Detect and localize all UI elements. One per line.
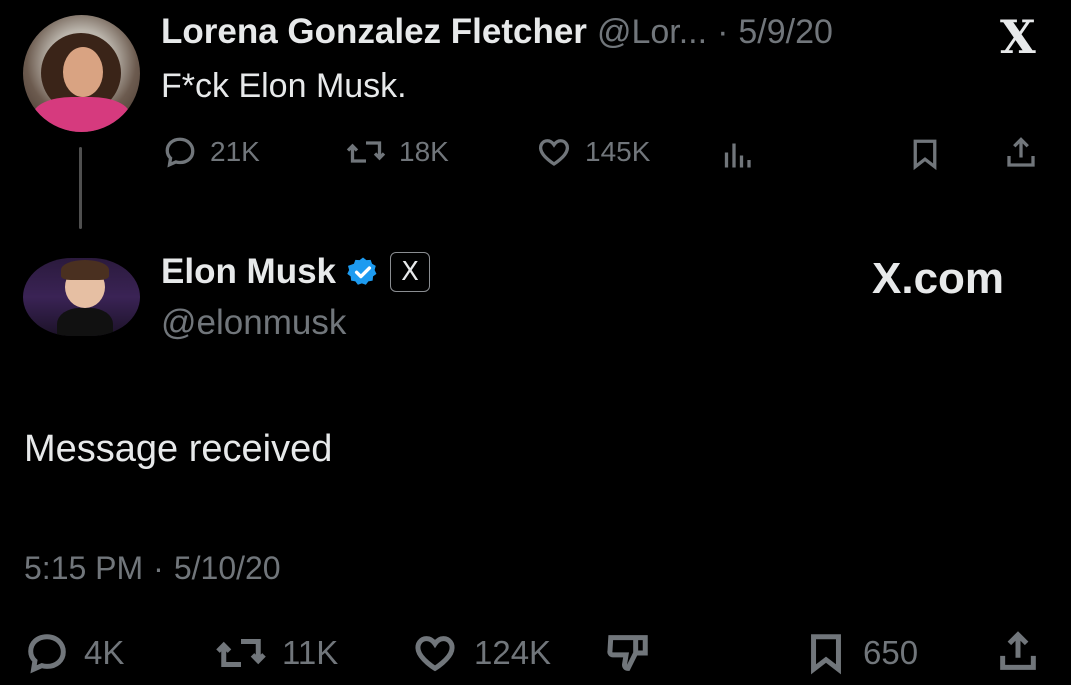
- thread-connector-line: [79, 147, 82, 229]
- reply-header: Lorena Gonzalez Fletcher @Lor... · 5/9/2…: [161, 12, 833, 52]
- reply-share-button[interactable]: [1003, 134, 1039, 172]
- share-icon: [1000, 631, 1036, 670]
- reply-author-name[interactable]: Lorena Gonzalez Fletcher: [161, 12, 587, 52]
- reply-repost-button[interactable]: 18K: [345, 134, 449, 170]
- x-logo-icon: X: [1000, 10, 1036, 64]
- tweet-date: 5/10/20: [173, 550, 281, 586]
- tweet-reply-count: 4K: [84, 634, 125, 671]
- bookmark-icon: [811, 634, 841, 675]
- reply-bookmark-button[interactable]: [907, 136, 943, 172]
- reply-separator: ·: [717, 13, 729, 51]
- tweet-bookmark-count: 650: [863, 634, 919, 671]
- tweet-text: Message received: [24, 428, 333, 470]
- tweet-time: 5:15 PM: [24, 550, 144, 586]
- tweet-like-button[interactable]: 124K: [410, 630, 551, 676]
- reply-reply-count: 21K: [210, 136, 260, 167]
- x-com-brand: X.com: [872, 254, 1005, 303]
- bookmark-icon: [913, 139, 937, 171]
- reply-views-button[interactable]: [722, 136, 758, 172]
- tweet-share-button[interactable]: [995, 628, 1041, 676]
- verified-badge-icon: [347, 257, 377, 285]
- comment-icon: [28, 634, 66, 674]
- tweet-repost-button[interactable]: 11K: [214, 630, 338, 676]
- tweet-timestamp[interactable]: 5:15 PM · 5/10/20: [24, 550, 281, 587]
- avatar-lorena[interactable]: [23, 15, 140, 132]
- tweet-separator: ·: [153, 550, 164, 586]
- tweet-author-name[interactable]: Elon Musk: [161, 252, 336, 292]
- heart-icon: [415, 636, 455, 672]
- tweet-repost-count: 11K: [282, 634, 339, 671]
- reply-like-count: 145K: [585, 136, 651, 167]
- repost-icon: [346, 141, 386, 163]
- thumbs-down-icon: [607, 635, 648, 671]
- tweet-handle[interactable]: @elonmusk: [161, 303, 346, 343]
- reply-handle[interactable]: @Lor...: [597, 13, 707, 52]
- repost-icon: [216, 639, 266, 667]
- tweet-bookmark-button[interactable]: 650: [803, 630, 918, 676]
- heart-icon: [539, 139, 569, 166]
- tweet-like-count: 124K: [474, 634, 552, 671]
- reply-reply-button[interactable]: 21K: [162, 134, 260, 170]
- tweet-dislike-button[interactable]: [604, 630, 652, 676]
- tweet-header: Elon Musk X: [161, 252, 431, 292]
- reply-date[interactable]: 5/9/20: [738, 13, 833, 52]
- reply-text: F*ck Elon Musk.: [161, 67, 407, 105]
- tweet-reply-button[interactable]: 4K: [24, 630, 124, 676]
- analytics-icon: [724, 143, 751, 168]
- reply-like-button[interactable]: 145K: [535, 134, 650, 170]
- avatar-elon[interactable]: [23, 258, 140, 336]
- comment-icon: [165, 137, 195, 168]
- share-icon: [1007, 137, 1035, 167]
- reply-repost-count: 18K: [399, 136, 449, 167]
- affiliate-x-badge-icon: X: [390, 252, 431, 292]
